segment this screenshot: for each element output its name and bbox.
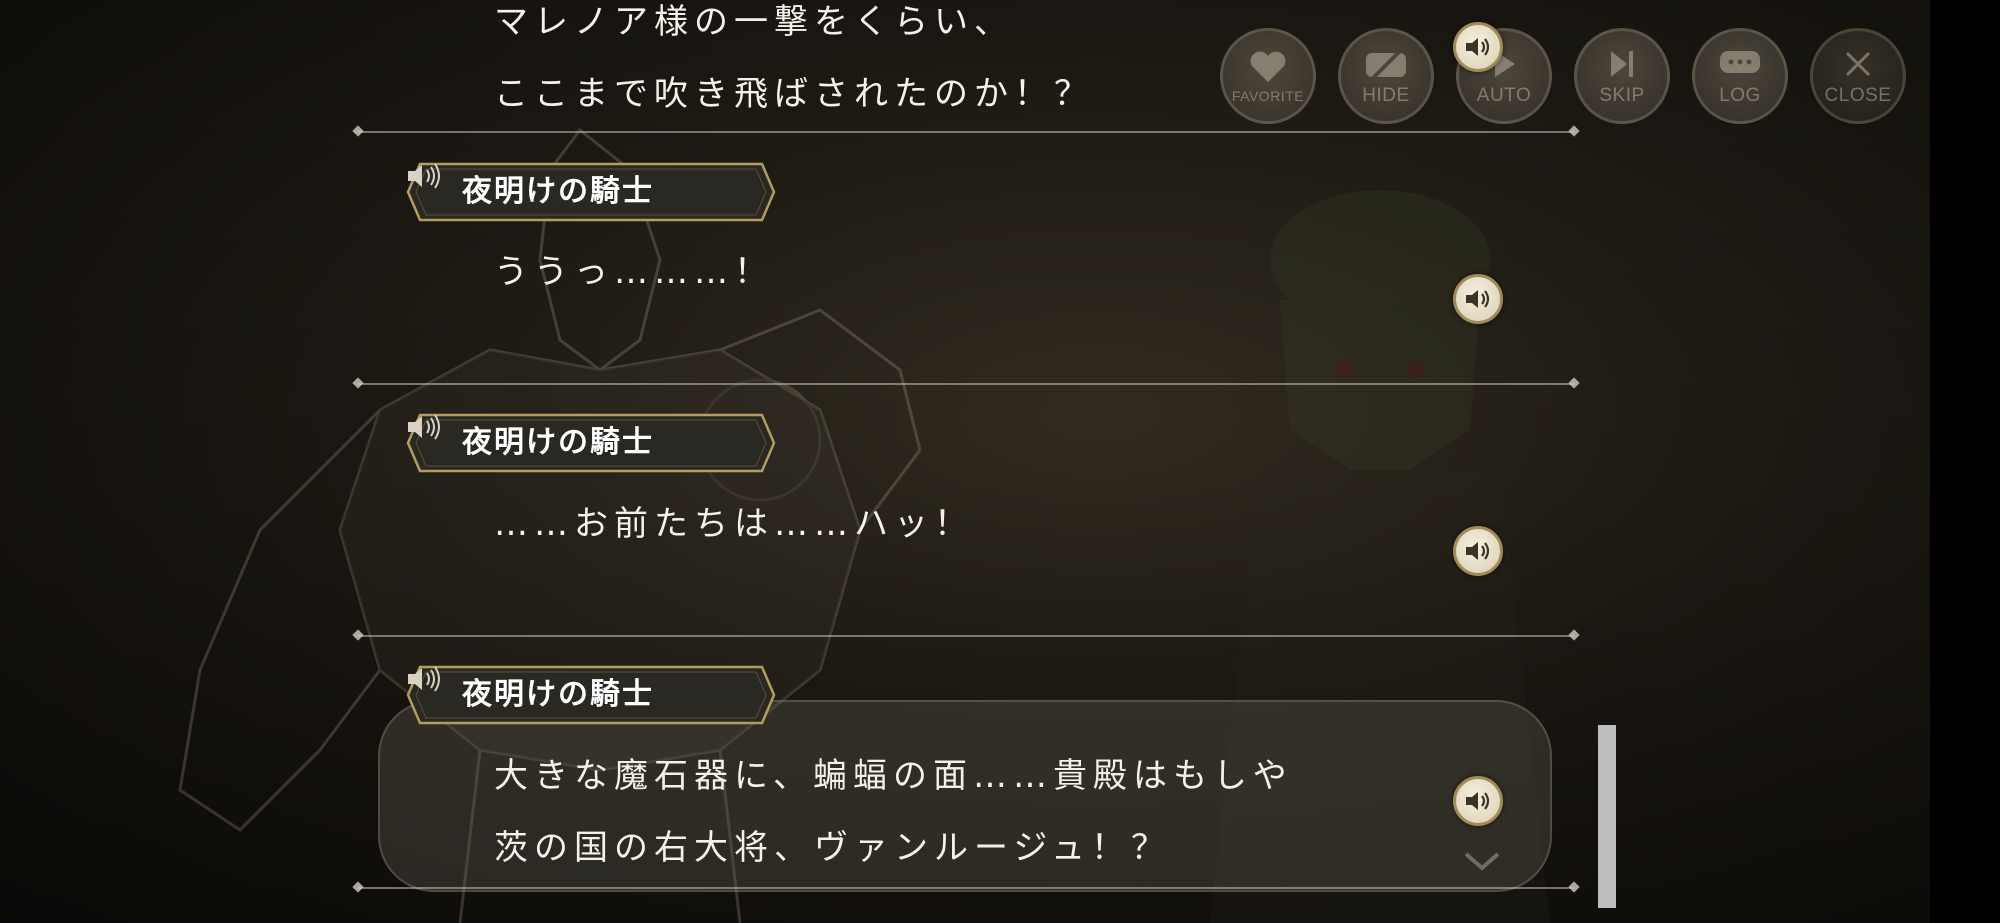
story-log-screen: FAVORITE HIDE AUTO SKIP LOG CLOSE マレノア様の…: [0, 0, 2000, 923]
speaker-icon: [1466, 38, 1490, 56]
voice-play-button[interactable]: [1453, 776, 1503, 826]
eye-slash-icon: [1362, 45, 1410, 83]
chevron-down-icon: [1464, 852, 1500, 871]
close-icon: [1843, 45, 1873, 83]
hide-label: HIDE: [1362, 85, 1410, 106]
log-separator: [358, 131, 1574, 133]
log-line: マレノア様の一撃をくらい、: [494, 2, 1014, 42]
log-toolbar: FAVORITE HIDE AUTO SKIP LOG CLOSE: [1220, 28, 1906, 124]
speaker-name: 夜明けの騎士: [462, 425, 654, 460]
log-separator: [358, 635, 1574, 637]
skip-label: SKIP: [1599, 85, 1645, 106]
speaker-icon[interactable]: [406, 413, 442, 441]
favorite-button[interactable]: FAVORITE: [1220, 28, 1316, 124]
speech-bubble-icon: [1718, 45, 1762, 83]
speaker-icon: [1466, 290, 1490, 308]
log-scrollbar[interactable]: [1598, 725, 1616, 908]
speaker-nameplate: 夜明けの騎士: [406, 665, 776, 725]
log-separator: [358, 887, 1574, 889]
close-label: CLOSE: [1824, 85, 1892, 106]
speaker-name: 夜明けの騎士: [462, 174, 654, 209]
log-button[interactable]: LOG: [1692, 28, 1788, 124]
log-line: ううっ………！: [494, 252, 774, 292]
speaker-nameplate: 夜明けの騎士: [406, 413, 776, 473]
hide-button[interactable]: HIDE: [1338, 28, 1434, 124]
speaker-icon[interactable]: [406, 162, 442, 190]
speaker-icon[interactable]: [406, 665, 442, 693]
log-separator: [358, 383, 1574, 385]
log-line: ここまで吹き飛ばされたのか！？: [494, 74, 1094, 114]
skip-icon: [1605, 45, 1639, 83]
log-line: ……お前たちは……ハッ！: [494, 504, 974, 544]
speaker-icon: [1466, 542, 1490, 560]
heart-icon: [1248, 48, 1288, 86]
log-line: 茨の国の右大将、ヴァンルージュ！？: [494, 828, 1171, 868]
speaker-icon: [1466, 792, 1490, 810]
log-label: LOG: [1719, 85, 1761, 106]
voice-play-button[interactable]: [1453, 22, 1503, 72]
auto-label: AUTO: [1476, 85, 1532, 106]
voice-play-button[interactable]: [1453, 526, 1503, 576]
close-button[interactable]: CLOSE: [1810, 28, 1906, 124]
voice-play-button[interactable]: [1453, 274, 1503, 324]
skip-button[interactable]: SKIP: [1574, 28, 1670, 124]
speaker-nameplate: 夜明けの騎士: [406, 162, 776, 222]
right-letterbox: [1930, 0, 2000, 923]
log-line: 大きな魔石器に、蝙蝠の面……貴殿はもしや: [494, 756, 1293, 796]
favorite-label: FAVORITE: [1231, 88, 1305, 104]
speaker-name: 夜明けの騎士: [462, 677, 654, 712]
